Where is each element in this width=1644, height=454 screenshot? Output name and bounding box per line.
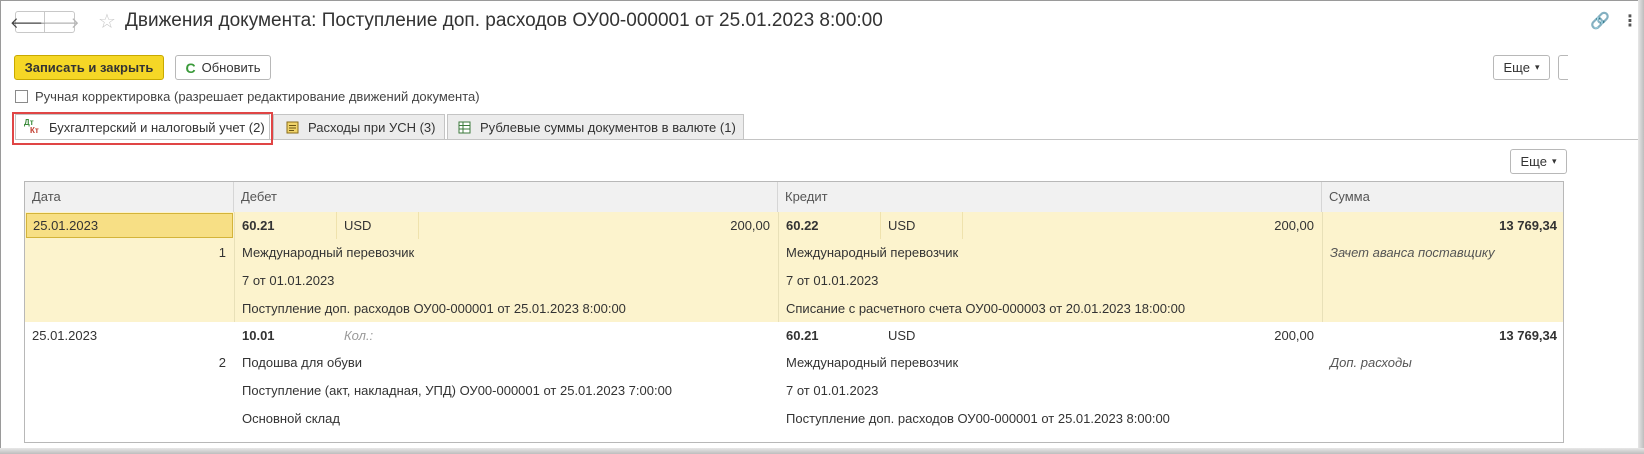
chevron-down-icon: ▾ [1551, 156, 1557, 166]
debit-subconto-1: Международный перевозчик [242, 245, 415, 260]
credit-subconto-3: Списание с расчетного счета ОУ00-000003 … [786, 301, 1186, 316]
cell-divider [880, 212, 881, 239]
manual-edit-label: Ручная корректировка (разрешает редактир… [35, 89, 480, 104]
table-header: Дата Дебет Кредит Сумма [25, 182, 1563, 213]
debit-account: 60.21 [242, 218, 275, 233]
debit-account: 10.01 [242, 328, 275, 343]
refresh-icon: C [185, 59, 196, 76]
date-cell[interactable]: 25.01.2023 [32, 322, 97, 349]
arrow-right-icon: 🡒 [39, 14, 80, 32]
column-header-sum[interactable]: Сумма [1322, 182, 1563, 212]
more-menu-button[interactable]: Еще ▾ [1493, 55, 1550, 80]
date-cell[interactable]: 25.01.2023 [26, 213, 233, 238]
credit-amount: 200,00 [1274, 218, 1314, 233]
row-number: 2 [218, 355, 226, 370]
chevron-down-icon: ▾ [1534, 62, 1540, 72]
column-header-debit[interactable]: Дебет [234, 182, 778, 212]
table-icon [458, 121, 471, 134]
credit-subconto-3: Поступление доп. расходов ОУ00-000001 от… [786, 411, 1170, 426]
posting-content: Доп. расходы [1330, 355, 1412, 370]
table-row[interactable]: 25.01.2023 2 10.01 Кол.: Подошва для обу… [25, 322, 1563, 442]
credit-subconto-1: Международный перевозчик [786, 245, 959, 260]
cell-divider [336, 212, 337, 239]
more-label: Еще [1520, 154, 1547, 169]
credit-amount: 200,00 [1274, 328, 1314, 343]
credit-account: 60.22 [786, 218, 819, 233]
tab-label: Расходы при УСН (3) [308, 119, 436, 135]
credit-icon-text: Кт [30, 126, 39, 135]
tab-label: Рублевые суммы документов в валюте (1) [480, 119, 736, 135]
debit-subconto-2: 7 от 01.01.2023 [242, 273, 335, 288]
window-edge-bottom [0, 448, 1644, 454]
refresh-button[interactable]: C Обновить [175, 55, 271, 80]
credit-currency: USD [888, 328, 916, 343]
star-icon[interactable]: ☆ [98, 9, 116, 34]
credit-subconto-1: Международный перевозчик [786, 355, 959, 370]
column-divider [234, 212, 235, 322]
postings-table[interactable]: Дата Дебет Кредит Сумма 25.01.2023 1 60.… [24, 181, 1564, 443]
table-row[interactable]: 25.01.2023 1 60.21 USD 200,00 Международ… [25, 212, 1563, 322]
manual-edit-checkbox[interactable] [15, 90, 28, 103]
register-icon [286, 121, 299, 134]
tab-label: Бухгалтерский и налоговый учет (2) [49, 119, 265, 135]
more-actions-icon[interactable]: ⋮ [1622, 11, 1638, 31]
debit-subconto-2: Поступление (акт, накладная, УПД) ОУ00-0… [242, 383, 673, 398]
column-header-credit[interactable]: Кредит [778, 182, 1322, 212]
tab-accounting[interactable]: Дт Кт Бухгалтерский и налоговый учет (2) [15, 114, 270, 139]
sum-cell: 13 769,34 [1499, 328, 1557, 343]
debit-currency: USD [344, 218, 372, 233]
tabs-divider [15, 139, 1638, 140]
save-and-close-button[interactable]: Записать и закрыть [14, 55, 164, 80]
column-header-date[interactable]: Дата [25, 182, 234, 212]
refresh-label: Обновить [201, 60, 261, 75]
column-divider [1322, 212, 1323, 322]
window-edge-right [1638, 0, 1644, 454]
forward-button[interactable]: 🡒 [39, 11, 80, 33]
cell-divider [418, 212, 419, 239]
debit-subconto-3: Основной склад [242, 411, 340, 426]
link-icon[interactable]: 🔗 [1590, 11, 1610, 31]
grid-more-button[interactable]: Еще ▾ [1510, 149, 1567, 174]
column-divider [778, 212, 779, 322]
extra-toolbar-button[interactable] [1558, 55, 1568, 80]
debit-credit-icon: Дт Кт [24, 119, 40, 135]
row-number: 1 [218, 245, 226, 260]
credit-subconto-2: 7 от 01.01.2023 [786, 383, 879, 398]
debit-subconto-3: Поступление доп. расходов ОУ00-000001 от… [242, 301, 626, 316]
debit-subconto-1: Подошва для обуви [242, 355, 363, 370]
debit-quantity-label: Кол.: [344, 328, 374, 343]
credit-account: 60.21 [786, 328, 819, 343]
sum-cell: 13 769,34 [1499, 218, 1557, 233]
more-label: Еще [1503, 60, 1530, 75]
tab-usn-expenses[interactable]: Расходы при УСН (3) [273, 114, 445, 139]
debit-amount: 200,00 [730, 218, 770, 233]
credit-currency: USD [888, 218, 916, 233]
page-title: Движения документа: Поступление доп. рас… [125, 10, 883, 31]
cell-divider [962, 212, 963, 239]
posting-content: Зачет аванса поставщику [1330, 245, 1495, 260]
tab-currency-sums[interactable]: Рублевые суммы документов в валюте (1) [447, 114, 744, 139]
credit-subconto-2: 7 от 01.01.2023 [786, 273, 879, 288]
